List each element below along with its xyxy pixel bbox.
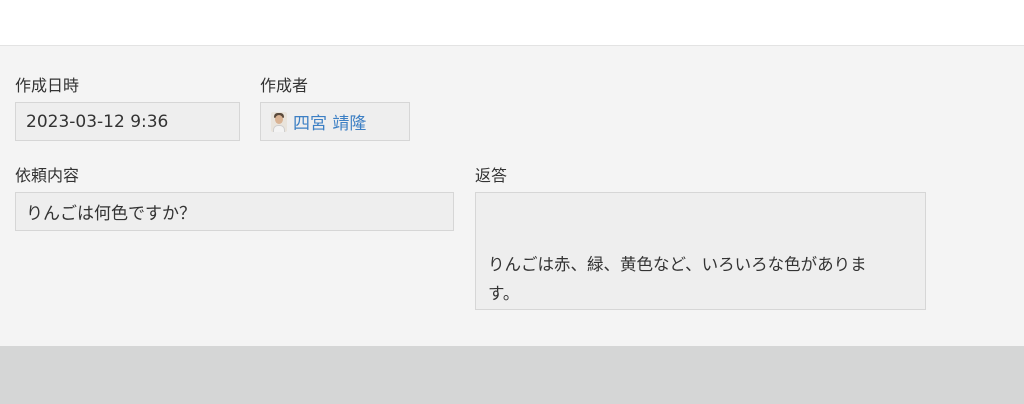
top-header-bar: [0, 0, 1024, 46]
created-at-value: 2023-03-12 9:36: [26, 111, 169, 132]
request-label: 依頼内容: [15, 166, 80, 185]
user-avatar-icon[interactable]: [271, 111, 287, 132]
response-label: 返答: [475, 166, 508, 185]
creator-label: 作成者: [260, 76, 309, 95]
response-field: りんごは赤、緑、黄色など、いろいろな色があります。: [475, 192, 926, 310]
created-at-field: 2023-03-12 9:36: [15, 102, 240, 141]
response-value: りんごは赤、緑、黄色など、いろいろな色があります。: [488, 255, 867, 303]
created-at-label: 作成日時: [15, 76, 80, 95]
record-detail-panel: 作成日時 2023-03-12 9:36 作成者 四宮 靖隆 依頼内容 りんごは…: [0, 46, 1024, 346]
creator-user-link[interactable]: 四宮 靖隆: [293, 109, 366, 134]
request-value: りんごは何色ですか？: [26, 204, 196, 224]
footer-area: [0, 346, 1024, 404]
request-field: りんごは何色ですか？: [15, 192, 454, 231]
creator-field: 四宮 靖隆: [260, 102, 410, 141]
